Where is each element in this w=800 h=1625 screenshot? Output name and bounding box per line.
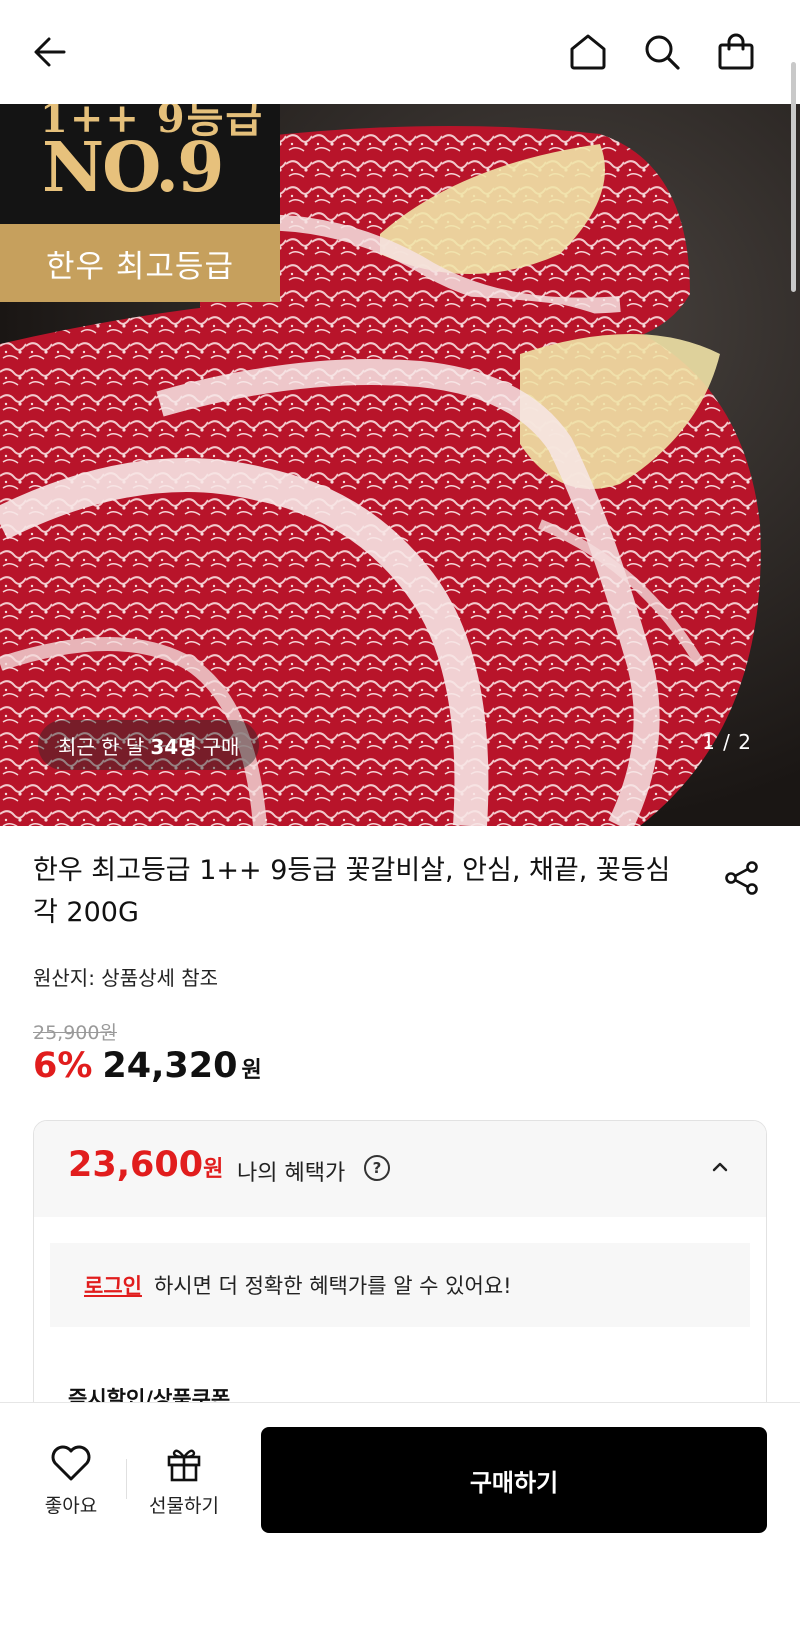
badge-grade-text: NO.9 (42, 128, 224, 208)
login-message: 하시면 더 정확한 혜택가를 알 수 있어요! (153, 1274, 512, 1298)
login-notice: 로그인 하시면 더 정확한 혜택가를 알 수 있어요! (50, 1243, 750, 1327)
sale-price-unit: 원 (241, 1058, 262, 1083)
home-button[interactable] (566, 30, 610, 74)
benefit-panel: 23,600원 나의 혜택가 ? 로그인 하시면 더 정확한 혜택가를 알 수 … (33, 1120, 767, 1420)
arrow-left-icon (34, 37, 66, 67)
recent-prefix: 최근 한 달 (58, 734, 145, 759)
share-icon (725, 861, 758, 895)
image-pager: 1 / 2 (702, 730, 752, 754)
original-price: 25,900원 (33, 1022, 117, 1044)
like-label: 좋아요 (44, 1495, 98, 1517)
back-button[interactable] (28, 30, 72, 74)
help-icon[interactable]: ? (364, 1155, 390, 1181)
grade-badge: 1++ 9등급 NO.9 (0, 104, 280, 224)
recent-count: 34명 (150, 734, 197, 759)
home-icon (570, 34, 606, 70)
search-icon (645, 35, 680, 70)
buy-button[interactable]: 구매하기 (261, 1427, 767, 1533)
like-button[interactable]: 좋아요 (36, 1443, 106, 1518)
sale-price: 24,320 (102, 1046, 238, 1086)
product-title: 한우 최고등급 1++ 9등급 꽃갈비살, 안심, 채끝, 꽃등심 각 200G (33, 855, 671, 928)
benefit-price: 23,600원 (68, 1145, 223, 1185)
cart-button[interactable] (714, 30, 758, 74)
login-link[interactable]: 로그인 (84, 1270, 142, 1300)
gift-label: 선물하기 (149, 1495, 219, 1517)
gift-button[interactable]: 선물하기 (142, 1443, 226, 1518)
benefit-header[interactable]: 23,600원 나의 혜택가 ? (34, 1121, 766, 1217)
recent-suffix: 구매 (202, 734, 240, 759)
benefit-label: 나의 혜택가 (237, 1161, 346, 1186)
badge-caption: 한우 최고등급 (0, 224, 280, 302)
product-image-carousel[interactable]: 1++ 9등급 NO.9 한우 최고등급 최근 한 달 34명 구매 1 / 2 (0, 104, 800, 826)
share-button[interactable] (720, 856, 764, 900)
scrollbar[interactable] (791, 62, 796, 292)
chevron-up-icon (712, 1162, 728, 1172)
price-row: 6% 24,320 원 (33, 1046, 262, 1086)
bottom-action-bar: 좋아요 선물하기 구매하기 (0, 1402, 800, 1625)
heart-icon (51, 1445, 91, 1481)
collapse-button[interactable] (704, 1151, 736, 1183)
benefit-price-value: 23,600 (68, 1145, 204, 1185)
divider (126, 1459, 127, 1499)
recent-purchase-chip: 최근 한 달 34명 구매 (38, 720, 260, 770)
top-header (0, 0, 800, 104)
shopping-bag-icon (718, 33, 754, 70)
benefit-price-unit: 원 (203, 1157, 224, 1182)
origin-info: 원산지: 상품상세 참조 (33, 966, 219, 990)
gift-icon (167, 1449, 201, 1482)
discount-rate: 6% (33, 1046, 93, 1086)
search-button[interactable] (640, 30, 684, 74)
